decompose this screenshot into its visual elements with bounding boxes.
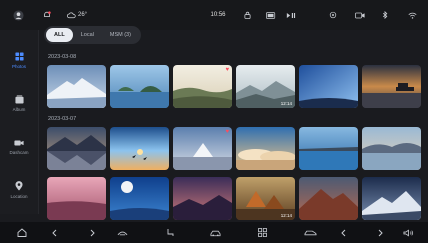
home-icon	[17, 228, 27, 237]
video-camera-icon	[355, 12, 365, 19]
lock-icon	[243, 11, 251, 19]
seat-heat-button[interactable]	[162, 222, 178, 243]
sidebar-item-label: Album	[12, 106, 26, 112]
fan-button[interactable]	[113, 222, 131, 243]
cloud-icon	[67, 11, 76, 19]
chevron-left-icon	[340, 229, 346, 237]
filter-local-button[interactable]: Local	[73, 28, 102, 42]
media-control[interactable]	[284, 0, 298, 30]
thumbnail-moon-night[interactable]	[110, 177, 169, 220]
video-duration: 12:14	[280, 101, 292, 106]
volume-icon	[403, 228, 414, 237]
thumbnail-sunset-birds[interactable]	[110, 127, 169, 170]
bell-icon	[43, 11, 51, 19]
filter-all-button[interactable]: ALL	[46, 28, 73, 42]
gps-button[interactable]	[326, 0, 340, 30]
home-button[interactable]	[12, 222, 32, 243]
section-date: 2023-03-08	[48, 54, 77, 60]
bluetooth-button[interactable]	[378, 0, 392, 30]
section-date: 2023-03-07	[48, 116, 77, 122]
thumbnail-red-mountain[interactable]	[299, 177, 358, 220]
user-icon	[12, 9, 24, 21]
thumbnail-mountain-reflection[interactable]	[47, 127, 106, 170]
chevron-left-icon	[51, 229, 57, 237]
sidebar-item-location[interactable]: Location	[0, 170, 38, 210]
thumbnail-grassland-hills[interactable]: ♥	[173, 65, 232, 108]
sidebar-item-photos[interactable]: Photos	[0, 40, 38, 80]
lock-button[interactable]	[240, 0, 254, 30]
right-temp-down-button[interactable]	[335, 222, 351, 243]
volume-button[interactable]	[398, 222, 418, 243]
album-icon	[14, 94, 24, 104]
favorite-heart-icon: ♥	[225, 67, 229, 73]
weather-temp: 26°	[78, 12, 88, 18]
sidebar-item-album[interactable]: Album	[0, 83, 38, 123]
thumbnail-starry-peak[interactable]	[362, 177, 421, 220]
car-button[interactable]	[206, 222, 224, 243]
chevron-right-icon	[90, 229, 95, 237]
gallery-screen: 26° 10:56 Photos Album Dashcam Location …	[0, 0, 428, 243]
sidebar-item-label: Photos	[11, 63, 26, 69]
thumbnail-rock-lake[interactable]	[299, 127, 358, 170]
video-duration: 12:14	[280, 213, 292, 218]
sidebar-item-label: Dashcam	[9, 150, 29, 155]
car-icon	[210, 229, 221, 237]
vehicle-view-button[interactable]	[300, 222, 320, 243]
sidebar-item-dashcam[interactable]: Dashcam	[0, 127, 38, 167]
clock: 10:56	[210, 12, 226, 18]
sidebar-item-label: Location	[10, 194, 28, 199]
camera-icon	[14, 139, 24, 147]
thumbnail-pink-beach[interactable]	[47, 177, 106, 220]
thumbnail-purple-mountains[interactable]	[173, 177, 232, 220]
battery-status	[264, 0, 278, 30]
wifi-icon	[407, 12, 417, 19]
photo-grid-icon	[14, 51, 24, 61]
favorite-heart-icon: ♥	[225, 129, 229, 135]
thumbnail-desert-boat[interactable]: ♥	[173, 127, 232, 170]
apps-grid-icon	[257, 228, 267, 237]
thumbnail-snow-mountain[interactable]	[47, 65, 106, 108]
left-temp-up-button[interactable]	[84, 222, 100, 243]
thumbnail-blue-sky-night[interactable]	[299, 65, 358, 108]
thumbnail-lake-islands[interactable]	[110, 65, 169, 108]
right-temp-up-button[interactable]	[372, 222, 388, 243]
left-temp-down-button[interactable]	[46, 222, 62, 243]
thumbnail-misty-mountains[interactable]: 12:14	[236, 65, 295, 108]
battery-icon	[266, 11, 276, 19]
fan-icon	[117, 229, 128, 237]
location-pin-icon	[15, 181, 23, 191]
apps-button[interactable]	[254, 222, 270, 243]
filter-bar: ALL Local MSM (3)	[44, 26, 141, 44]
camera-status[interactable]	[353, 0, 367, 30]
thumbnail-sunset-pier[interactable]	[362, 65, 421, 108]
thumbnail-lake-sunset-hills[interactable]	[362, 127, 421, 170]
wifi-status[interactable]	[404, 0, 420, 30]
play-pause-icon	[286, 12, 296, 19]
thumbnail-autumn-lake[interactable]: 12:14	[236, 177, 295, 220]
bluetooth-icon	[382, 11, 388, 19]
sidebar: Photos Album Dashcam Location	[0, 30, 39, 214]
dock	[0, 222, 428, 243]
chevron-right-icon	[378, 229, 383, 237]
thumbnail-cloud-sea[interactable]	[236, 127, 295, 170]
filter-usb-button[interactable]: MSM (3)	[102, 28, 139, 42]
target-icon	[329, 11, 337, 19]
car-side-icon	[304, 229, 317, 236]
profile-button[interactable]	[8, 0, 28, 30]
seat-icon	[166, 228, 174, 237]
